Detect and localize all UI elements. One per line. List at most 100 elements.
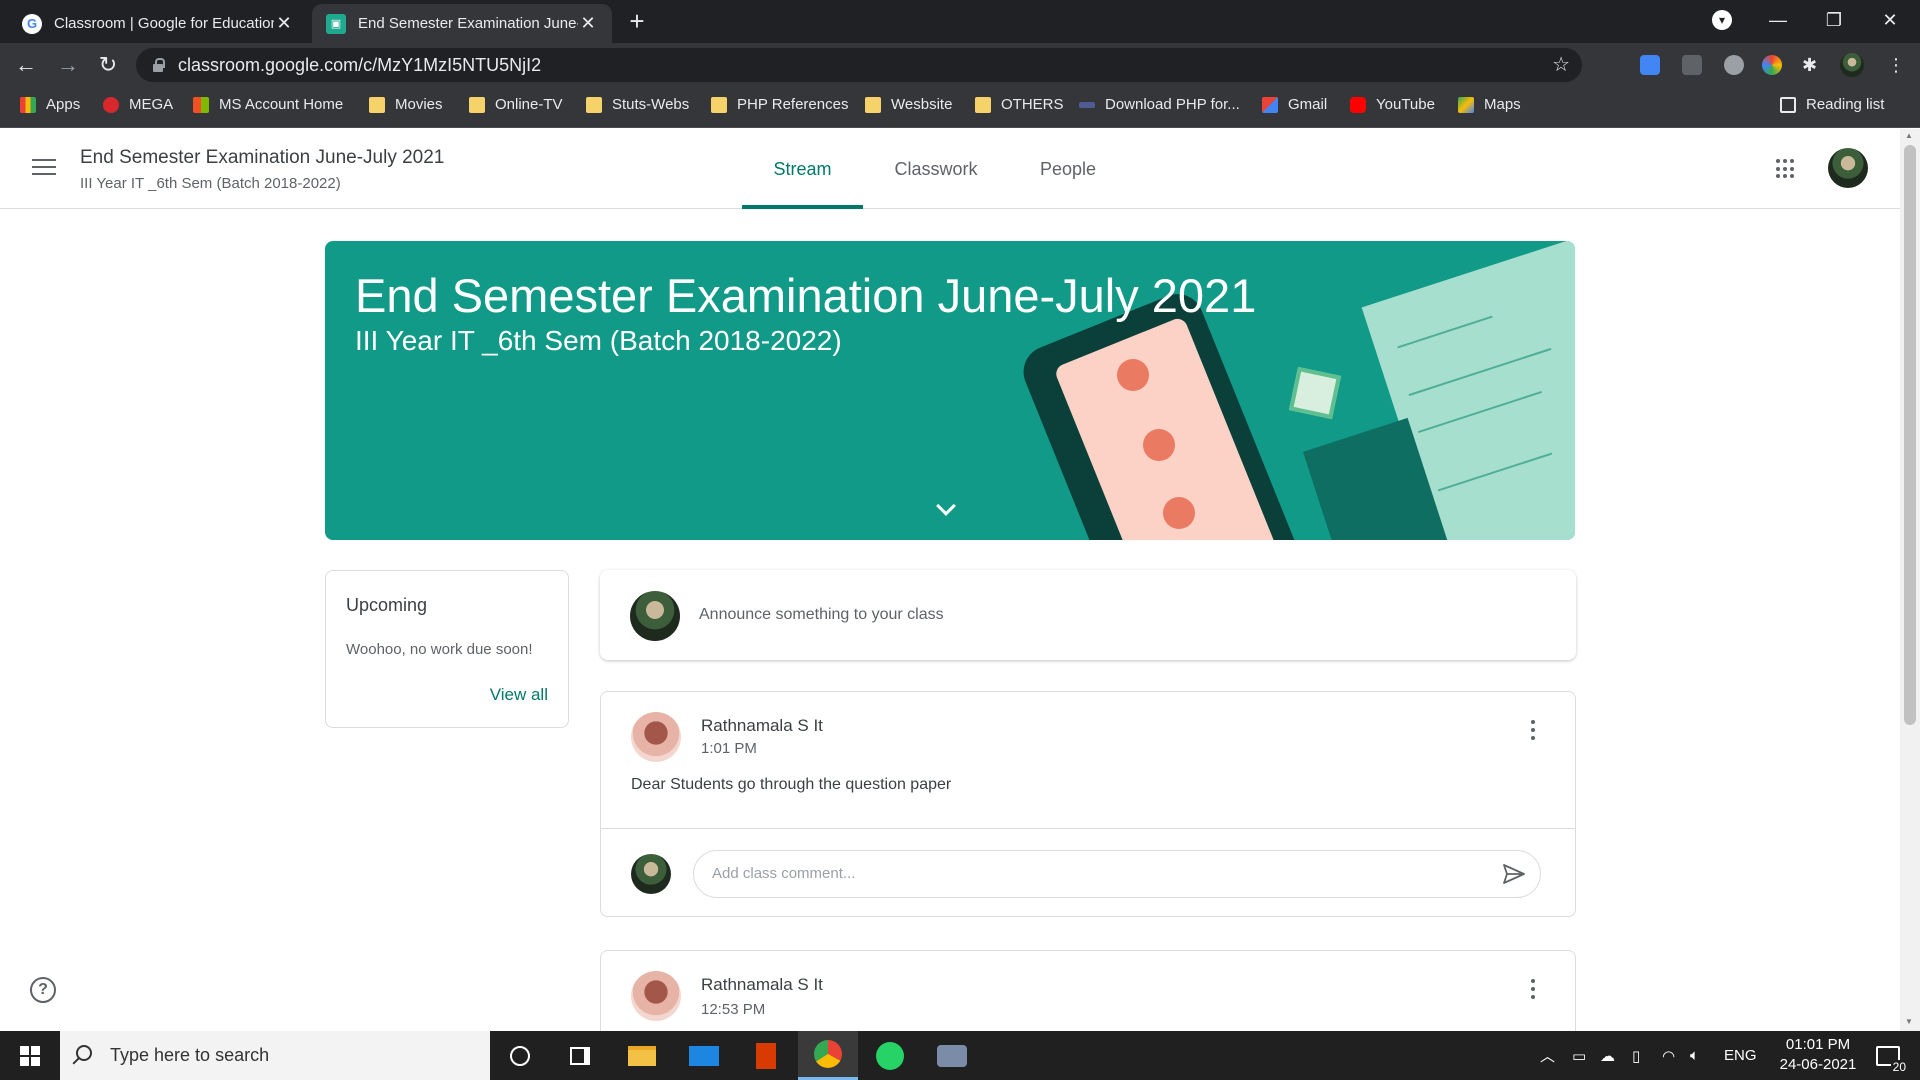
taskbar-search-box[interactable]: Type here to search bbox=[60, 1031, 490, 1080]
screen-extension-icon[interactable] bbox=[1682, 55, 1702, 75]
close-window-icon[interactable]: ✕ bbox=[1862, 0, 1918, 40]
post-author: Rathnamala S It bbox=[701, 975, 823, 994]
chrome-taskbar-icon[interactable] bbox=[798, 1031, 858, 1080]
divider bbox=[601, 828, 1575, 829]
taskbar-clock[interactable]: 01:01 PM 24-06-2021 bbox=[1770, 1035, 1866, 1075]
shield-extension-icon[interactable] bbox=[1724, 55, 1744, 75]
scroll-up-icon[interactable]: ▲ bbox=[1905, 131, 1915, 140]
account-avatar[interactable] bbox=[1828, 148, 1868, 188]
class-subtitle: III Year IT _6th Sem (Batch 2018-2022) bbox=[80, 175, 341, 192]
main-menu-icon[interactable] bbox=[32, 159, 56, 177]
tab-stream[interactable]: Stream bbox=[742, 129, 863, 209]
bookmark-others[interactable]: OTHERS bbox=[975, 96, 1064, 113]
expand-chevron-icon[interactable] bbox=[936, 496, 956, 516]
banner-person-icon bbox=[1163, 497, 1195, 529]
tab-close-icon[interactable]: ✕ bbox=[274, 13, 294, 34]
bookmark-maps[interactable]: Maps bbox=[1458, 96, 1521, 113]
help-icon[interactable]: ? bbox=[30, 977, 56, 1003]
page-scrollbar[interactable]: ▲ ▼ bbox=[1900, 129, 1920, 1031]
reload-icon[interactable]: ↻ bbox=[92, 49, 124, 81]
reading-list[interactable]: Reading list bbox=[1780, 96, 1884, 113]
bookmark-php-references[interactable]: PHP References bbox=[711, 96, 848, 113]
bookmark-online-tv[interactable]: Online-TV bbox=[469, 96, 563, 113]
scrollbar-thumb[interactable] bbox=[1904, 145, 1916, 725]
whatsapp-icon[interactable] bbox=[860, 1031, 920, 1080]
search-icon bbox=[76, 1045, 92, 1061]
wifi-icon[interactable]: ◠ bbox=[1662, 1031, 1675, 1080]
post-options-icon[interactable] bbox=[1531, 979, 1535, 999]
file-explorer-icon[interactable] bbox=[612, 1031, 672, 1080]
folder-icon bbox=[369, 96, 385, 113]
bookmark-movies[interactable]: Movies bbox=[369, 96, 443, 113]
bookmark-apps[interactable]: Apps bbox=[20, 96, 80, 113]
meet-now-icon[interactable]: ▭ bbox=[1572, 1031, 1586, 1080]
class-title[interactable]: End Semester Examination June-July 2021 bbox=[80, 147, 444, 169]
scroll-down-icon[interactable]: ▼ bbox=[1905, 1017, 1915, 1026]
user-avatar bbox=[630, 591, 680, 641]
back-icon[interactable]: ← bbox=[10, 49, 42, 81]
battery-icon[interactable]: ▯ bbox=[1632, 1031, 1640, 1080]
bookmark-label: Online-TV bbox=[495, 96, 563, 113]
bookmark-stuts-webs[interactable]: Stuts-Webs bbox=[586, 96, 689, 113]
folder-icon bbox=[586, 96, 602, 113]
tab-search-icon[interactable]: ▾ bbox=[1712, 10, 1732, 30]
tray-chevron-icon[interactable]: ︿ bbox=[1540, 1031, 1555, 1080]
windows-taskbar: Type here to search ︿ ▭ ☁ ▯ ◠ 🔈︎ ENG 01:… bbox=[0, 1031, 1920, 1080]
browser-tab-exam[interactable]: ▣ End Semester Examination June-July 202… bbox=[312, 4, 612, 43]
address-bar[interactable]: classroom.google.com/c/MzY1MzI5NTU5NjI2 … bbox=[136, 48, 1582, 82]
google-apps-icon[interactable] bbox=[1776, 159, 1796, 179]
google-favicon-icon: G bbox=[22, 13, 42, 34]
bookmark-label: PHP References bbox=[737, 96, 849, 113]
forward-icon[interactable]: → bbox=[52, 49, 84, 81]
restore-icon[interactable]: ❐ bbox=[1806, 0, 1862, 40]
mail-icon[interactable] bbox=[674, 1031, 734, 1080]
browser-menu-icon[interactable]: ⋮ bbox=[1886, 55, 1906, 75]
office-icon[interactable] bbox=[736, 1031, 796, 1080]
browser-tab-classroom[interactable]: G Classroom | Google for Education ✕ bbox=[8, 4, 308, 43]
tab-classwork[interactable]: Classwork bbox=[878, 129, 994, 208]
announce-box[interactable]: Announce something to your class bbox=[600, 570, 1576, 660]
upcoming-empty-text: Woohoo, no work due soon! bbox=[346, 641, 533, 658]
bookmark-label: OTHERS bbox=[1001, 96, 1064, 113]
extensions-puzzle-icon[interactable]: ✱ bbox=[1802, 55, 1822, 75]
post-options-icon[interactable] bbox=[1531, 720, 1535, 740]
clock-time: 01:01 PM bbox=[1785, 1036, 1851, 1053]
bookmark-download-php[interactable]: Download PHP for... bbox=[1079, 96, 1240, 113]
bookmark-star-icon[interactable]: ☆ bbox=[1552, 52, 1570, 77]
minimize-icon[interactable]: — bbox=[1750, 0, 1806, 40]
class-comment-input[interactable]: Add class comment... bbox=[693, 850, 1541, 898]
camera-icon[interactable] bbox=[922, 1031, 982, 1080]
bookmark-ms-account[interactable]: MS Account Home bbox=[193, 96, 343, 113]
task-view-icon[interactable] bbox=[550, 1031, 610, 1080]
bookmark-gmail[interactable]: Gmail bbox=[1262, 96, 1327, 113]
tab-close-icon[interactable]: ✕ bbox=[578, 13, 598, 34]
view-all-link[interactable]: View all bbox=[490, 685, 548, 705]
cortana-icon[interactable] bbox=[490, 1031, 550, 1080]
bookmark-label: Movies bbox=[395, 96, 443, 113]
banner-subtitle: III Year IT _6th Sem (Batch 2018-2022) bbox=[355, 325, 842, 356]
bookmark-label: Wesbsite bbox=[891, 96, 953, 113]
volume-icon[interactable]: 🔈︎ bbox=[1690, 1031, 1699, 1080]
post-body: Dear Students go through the question pa… bbox=[631, 776, 952, 793]
translate-extension-icon[interactable] bbox=[1640, 55, 1660, 75]
new-tab-icon[interactable]: + bbox=[622, 6, 652, 36]
notification-count: 20 bbox=[1890, 1059, 1908, 1074]
classroom-header: End Semester Examination June-July 2021 … bbox=[0, 129, 1900, 209]
color-extension-icon[interactable] bbox=[1762, 55, 1782, 75]
send-icon[interactable] bbox=[1502, 863, 1526, 885]
onedrive-icon[interactable]: ☁ bbox=[1600, 1031, 1615, 1080]
bookmark-label: MEGA bbox=[129, 96, 174, 113]
bookmark-mega[interactable]: MEGA bbox=[103, 96, 173, 113]
banner-person-icon bbox=[1143, 429, 1175, 461]
bookmark-wesbsite[interactable]: Wesbsite bbox=[865, 96, 952, 113]
profile-avatar[interactable] bbox=[1840, 53, 1864, 77]
tab-people[interactable]: People bbox=[1020, 129, 1116, 208]
author-avatar bbox=[631, 712, 681, 762]
tab-title: Classroom | Google for Education bbox=[54, 15, 274, 32]
notifications-icon[interactable]: 20 bbox=[1868, 1031, 1908, 1080]
language-indicator[interactable]: ENG bbox=[1724, 1031, 1757, 1080]
microsoft-icon bbox=[193, 96, 209, 113]
mega-icon bbox=[103, 96, 119, 113]
bookmark-youtube[interactable]: YouTube bbox=[1350, 96, 1435, 113]
windows-start-icon[interactable] bbox=[20, 1046, 40, 1066]
